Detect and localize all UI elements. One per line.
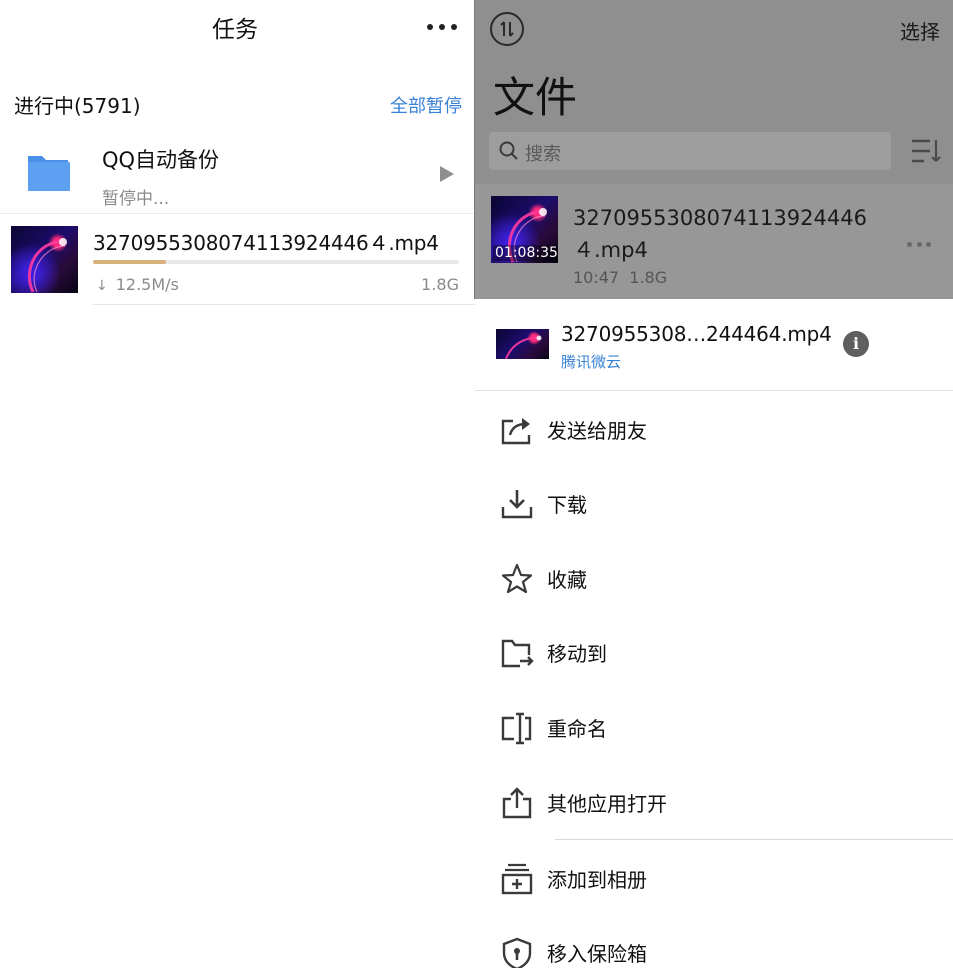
file-name: 3270955308074113924446４.mp4 xyxy=(573,206,867,262)
file-size: 1.8G xyxy=(629,268,668,287)
menu-item-download[interactable]: 下载 xyxy=(475,473,953,533)
menu-item-favorite[interactable]: 收藏 xyxy=(475,548,953,608)
safe-box-icon xyxy=(502,937,532,968)
select-button[interactable]: 选择 xyxy=(900,16,940,45)
more-dot-icon xyxy=(451,24,457,30)
file-time: 10:47 xyxy=(573,268,620,287)
in-progress-count: 进行中(5791) xyxy=(14,94,141,118)
more-dot-icon xyxy=(916,242,922,247)
download-speed: ↓ 12.5M/s xyxy=(96,275,179,294)
open-with-icon xyxy=(502,787,532,819)
search-input[interactable]: 搜索 xyxy=(489,132,891,170)
more-dot-icon xyxy=(439,24,445,30)
sheet-file-source: 腾讯微云 xyxy=(561,353,622,371)
file-list-item[interactable]: 01:08:35 3270955308074113924446４.mp4 10:… xyxy=(475,184,953,299)
menu-item-move-to-safe[interactable]: 移入保险箱 xyxy=(475,922,953,968)
tasks-panel: 任务 进行中(5791) 全部暂停 QQ自动备份 暂停中... 32709553… xyxy=(0,0,475,968)
menu-item-move-to[interactable]: 移动到 xyxy=(475,622,953,682)
dim-overlay[interactable]: 选择 文件 搜索 01:08:35 3270955308074113924446… xyxy=(475,0,953,299)
download-task-row[interactable]: 3270955308074113924446４.mp4 ↓ 12.5M/s 1.8… xyxy=(0,216,475,306)
video-thumbnail xyxy=(11,226,78,293)
backup-task-name: QQ自动备份 xyxy=(102,148,220,172)
menu-item-open-with[interactable]: 其他应用打开 xyxy=(475,772,953,832)
menu-item-add-to-album[interactable]: 添加到相册 xyxy=(475,848,953,908)
menu-label: 收藏 xyxy=(547,568,587,592)
files-panel: 选择 文件 搜索 01:08:35 3270955308074113924446… xyxy=(475,0,953,968)
search-icon xyxy=(499,141,518,160)
move-folder-icon xyxy=(501,639,534,668)
action-sheet-header: 3270955308…244464.mp4 腾讯微云 i xyxy=(475,299,953,391)
resume-play-icon[interactable] xyxy=(440,166,454,182)
backup-task-row[interactable]: QQ自动备份 暂停中... xyxy=(0,136,475,214)
more-dot-icon xyxy=(926,242,931,247)
star-icon xyxy=(501,563,533,594)
share-icon xyxy=(501,418,531,445)
menu-label: 重命名 xyxy=(547,717,607,741)
download-progress-fill xyxy=(93,260,167,264)
info-icon[interactable]: i xyxy=(843,331,869,357)
menu-item-rename[interactable]: 重命名 xyxy=(475,697,953,757)
menu-label: 发送给朋友 xyxy=(547,419,647,443)
files-title: 文件 xyxy=(493,73,578,122)
menu-label: 其他应用打开 xyxy=(547,792,667,816)
more-options-button[interactable] xyxy=(424,14,460,40)
backup-task-status: 暂停中... xyxy=(102,189,170,209)
rename-icon xyxy=(501,712,532,745)
folder-icon xyxy=(28,156,70,191)
more-dot-icon xyxy=(907,242,912,247)
video-duration: 01:08:35 xyxy=(493,245,558,261)
menu-label: 移入保险箱 xyxy=(547,942,647,966)
in-progress-header: 进行中(5791) 全部暂停 xyxy=(14,88,462,120)
download-icon xyxy=(501,490,533,519)
search-placeholder: 搜索 xyxy=(525,144,561,165)
page-title: 任务 xyxy=(212,17,258,43)
row-divider xyxy=(93,304,475,305)
transfer-sort-icon[interactable] xyxy=(490,12,524,46)
download-size: 1.8G xyxy=(421,275,459,294)
menu-separator xyxy=(555,839,953,840)
download-file-name: 3270955308074113924446４.mp4 xyxy=(93,231,439,255)
file-thumbnail xyxy=(496,329,549,359)
pause-all-button[interactable]: 全部暂停 xyxy=(390,92,462,118)
menu-item-send-to-friend[interactable]: 发送给朋友 xyxy=(475,399,953,459)
menu-label: 移动到 xyxy=(547,642,607,666)
arrow-down-icon: ↓ xyxy=(96,278,108,294)
menu-label: 下载 xyxy=(547,493,587,517)
more-dot-icon xyxy=(427,24,433,30)
download-progress-bar xyxy=(93,260,459,264)
video-thumbnail: 01:08:35 xyxy=(491,196,558,263)
menu-label: 添加到相册 xyxy=(547,868,647,892)
download-speed-value: 12.5M/s xyxy=(115,275,179,294)
file-meta: 10:47 1.8G xyxy=(573,268,667,287)
sheet-file-name: 3270955308…244464.mp4 xyxy=(561,322,832,346)
add-to-album-icon xyxy=(501,863,533,895)
file-more-button[interactable] xyxy=(907,242,931,248)
list-sort-icon[interactable] xyxy=(911,138,941,164)
